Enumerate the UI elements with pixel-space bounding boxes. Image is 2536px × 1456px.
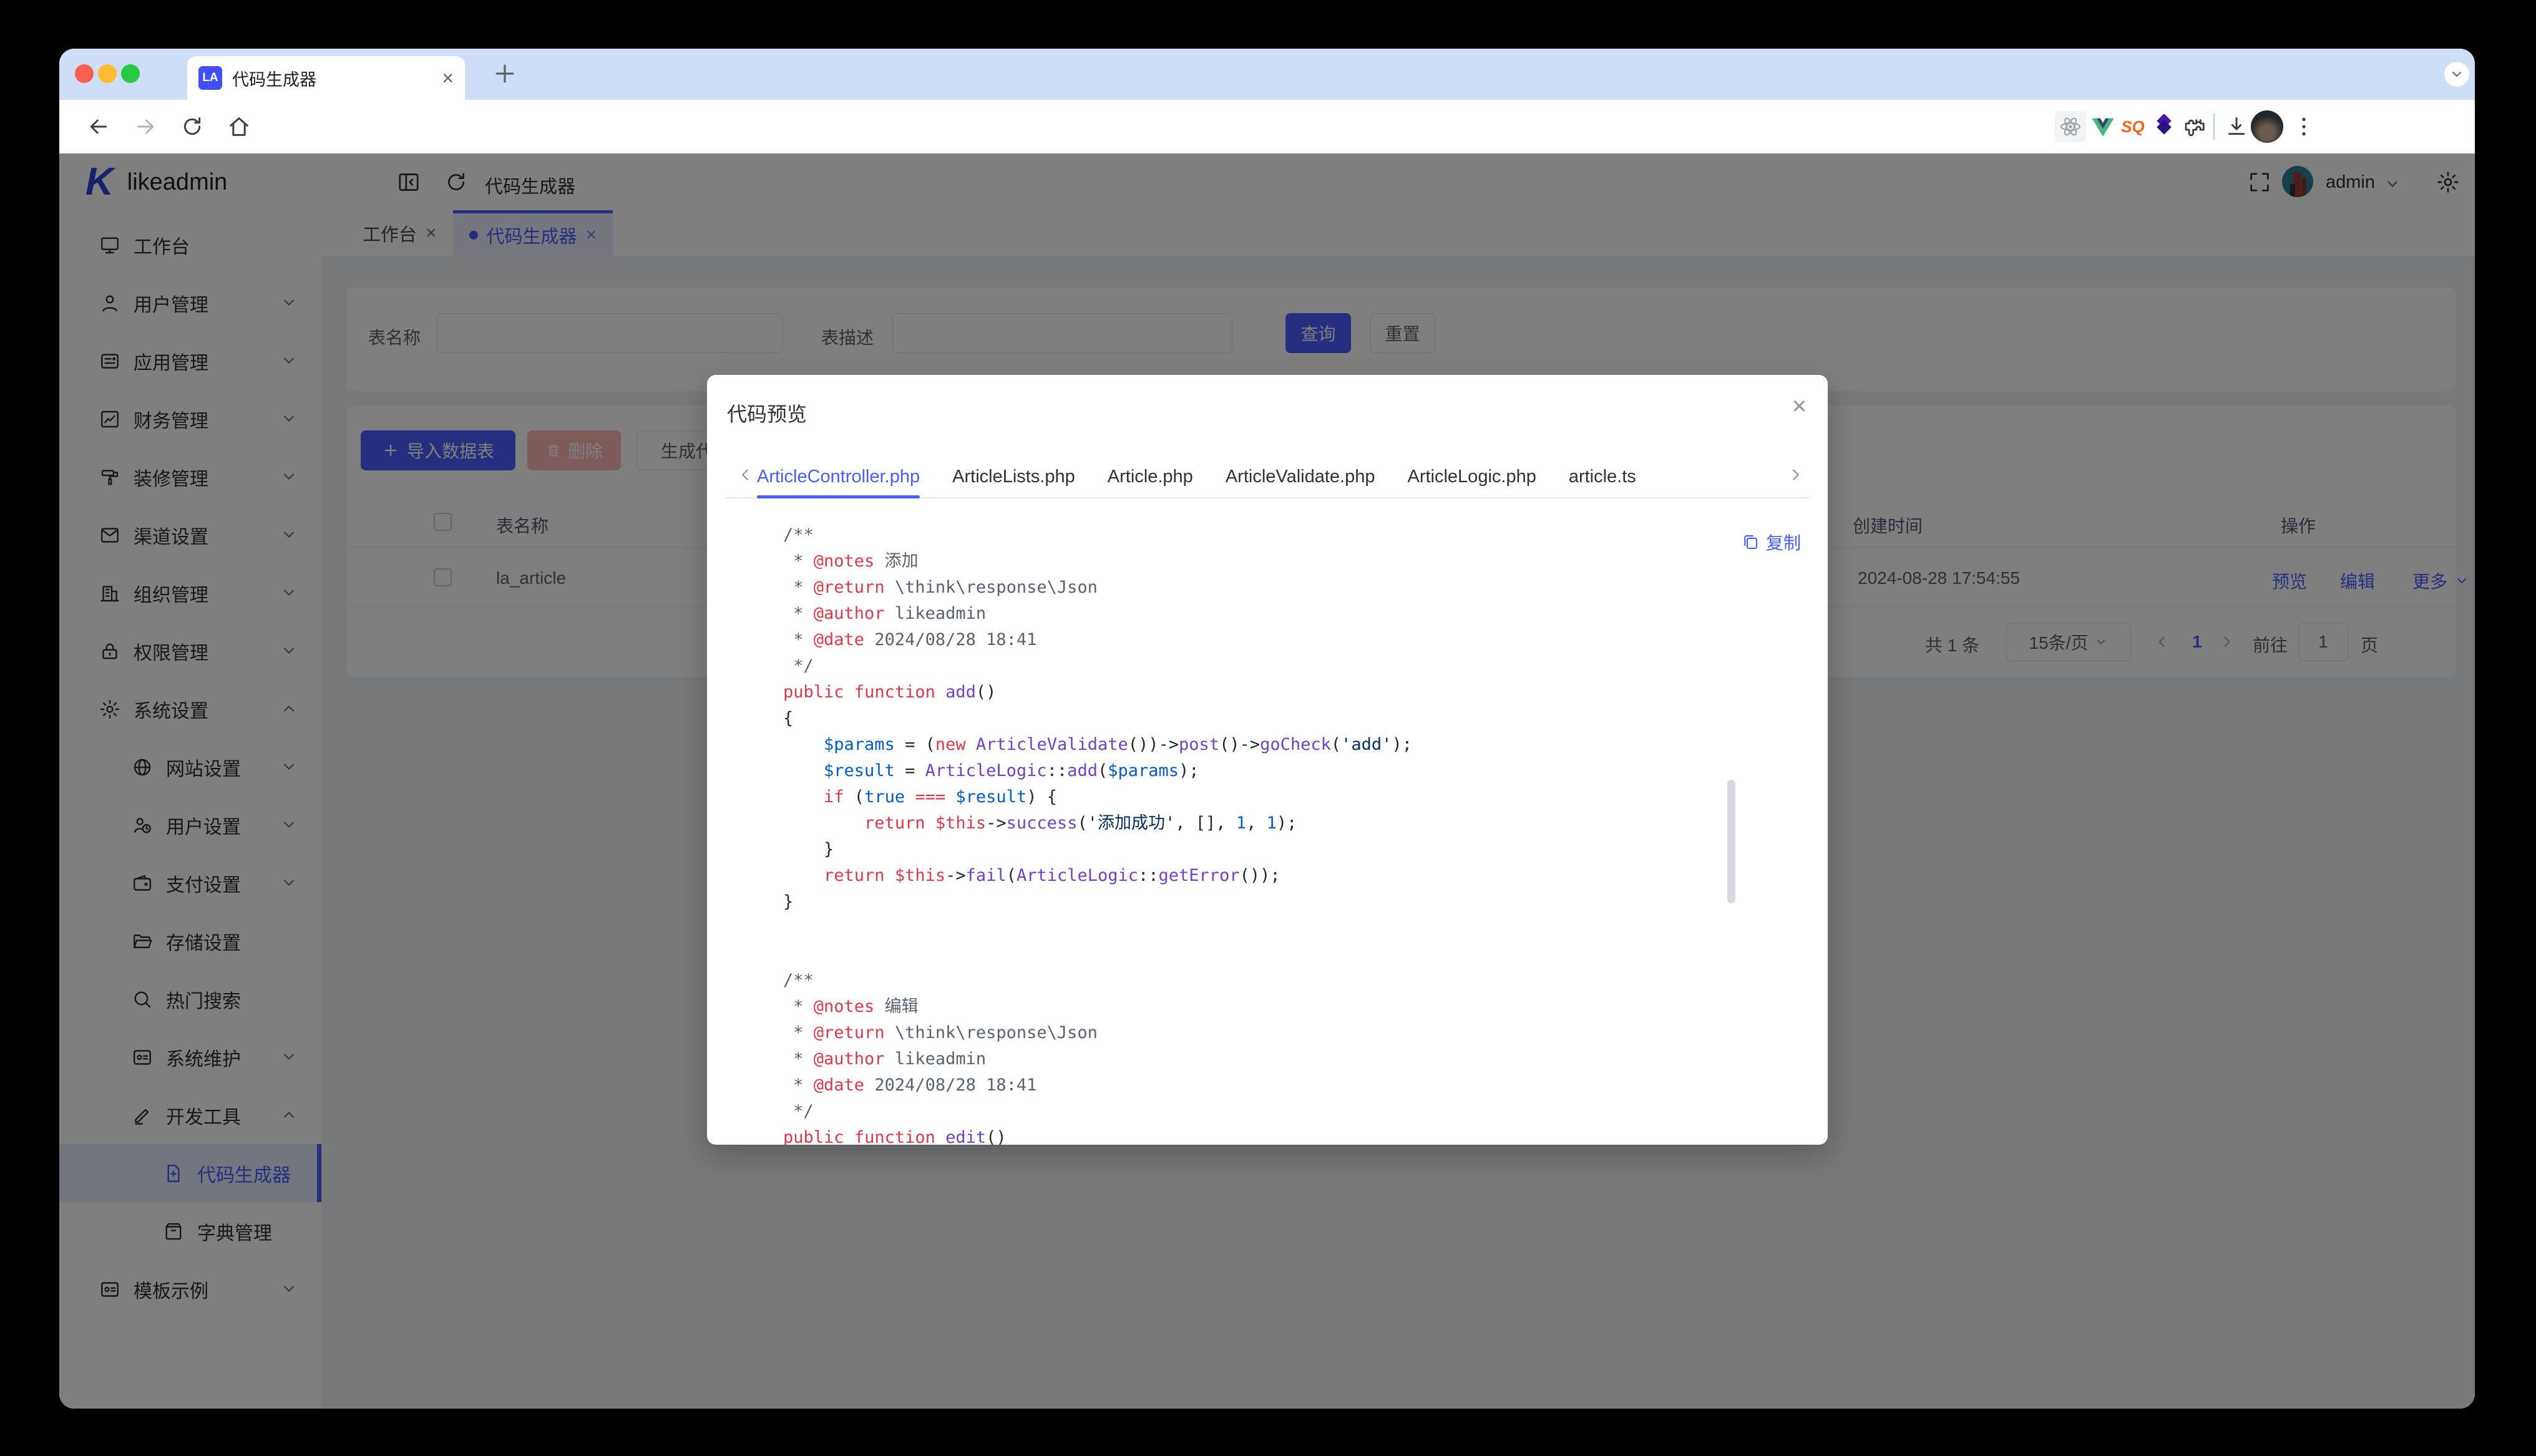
- code-scrollbar[interactable]: [1727, 780, 1735, 903]
- file-tab-articlelogic-php[interactable]: ArticleLogic.php: [1407, 456, 1536, 497]
- code-line: * @notes 编辑: [783, 994, 1719, 1020]
- code-line: * @return \think\response\Json: [783, 575, 1719, 601]
- tabs-scroll-left-icon[interactable]: [736, 465, 754, 487]
- active-tab-indicator: [757, 495, 920, 498]
- code-preview-modal: 代码预览 × ArticleController.php ArticleLists…: [707, 375, 1828, 1145]
- code-line: * @date 2024/08/28 18:41: [783, 627, 1719, 653]
- tabs-scroll-right-icon[interactable]: [1787, 465, 1805, 487]
- reload-icon[interactable]: [175, 109, 210, 144]
- code-line: /**: [783, 522, 1719, 548]
- window-maximize-button[interactable]: [121, 64, 140, 83]
- favicon: LA: [198, 66, 222, 90]
- file-tab-article-php[interactable]: Article.php: [1108, 456, 1193, 497]
- kebab-menu-icon[interactable]: [2288, 111, 2319, 142]
- modal-close-icon[interactable]: ×: [1792, 394, 1807, 419]
- code-line: }: [783, 889, 1719, 915]
- code-line: if (true === $result) {: [783, 784, 1719, 810]
- tab-search-button[interactable]: [2444, 62, 2469, 87]
- browser-toolbar: localhost:5173/admin/setting/dev_tools/c…: [59, 100, 2475, 153]
- sq-extension-icon[interactable]: SQ: [2117, 111, 2148, 142]
- file-tab-articlecontroller-php[interactable]: ArticleController.php: [757, 456, 920, 497]
- code-line: * @notes 添加: [783, 548, 1719, 575]
- code-line: * @return \think\response\Json: [783, 1020, 1719, 1046]
- code-line: public function edit(): [783, 1125, 1719, 1145]
- code-line: */: [783, 653, 1719, 679]
- forward-icon[interactable]: [128, 109, 163, 144]
- code-line: * @date 2024/08/28 18:41: [783, 1072, 1719, 1099]
- copy-icon: [1741, 533, 1760, 551]
- toolbar-divider: [2213, 114, 2215, 140]
- modal-title: 代码预览: [727, 399, 807, 427]
- code-line: return $this->fail(ArticleLogic::getErro…: [783, 863, 1719, 889]
- code-line: $result = ArticleLogic::add($params);: [783, 758, 1719, 784]
- code-line: * @author likeadmin: [783, 601, 1719, 627]
- code-line: [783, 941, 1719, 968]
- file-tab-articlevalidate-php[interactable]: ArticleValidate.php: [1226, 456, 1375, 497]
- puzzle-icon[interactable]: [2180, 111, 2211, 142]
- browser-tab[interactable]: LA 代码生成器 ×: [187, 56, 465, 100]
- window-close-button[interactable]: [75, 64, 94, 83]
- code-line: * @author likeadmin: [783, 1046, 1719, 1072]
- code-line: */: [783, 1099, 1719, 1125]
- file-tab-article-ts[interactable]: article.ts: [1569, 456, 1636, 497]
- browser-window: LA 代码生成器 ×: [59, 49, 2475, 1409]
- code-line: /**: [783, 968, 1719, 994]
- file-tab-bar: ArticleController.php ArticleLists.php Art…: [757, 456, 1780, 497]
- admin-app: K likeadmin 工作台用户管理应用管理财务管理装修管理渠道设置组织管理权…: [59, 153, 2475, 1409]
- code-line: [783, 915, 1719, 941]
- profile-avatar[interactable]: [2251, 110, 2283, 143]
- code-viewer[interactable]: /** * @notes 添加 * @return \think\respons…: [783, 522, 1719, 1145]
- home-icon[interactable]: [222, 109, 256, 144]
- tab-close-icon[interactable]: ×: [442, 67, 454, 90]
- code-line: {: [783, 706, 1719, 732]
- download-icon[interactable]: [2221, 111, 2252, 142]
- new-tab-button[interactable]: [491, 60, 519, 90]
- back-icon[interactable]: [81, 109, 116, 144]
- code-line: public function add(): [783, 679, 1719, 706]
- diamond-extension-icon[interactable]: [2148, 111, 2180, 142]
- browser-tab-strip: LA 代码生成器 ×: [59, 49, 2475, 100]
- window-minimize-button[interactable]: [98, 64, 117, 83]
- react-devtools-icon[interactable]: [2055, 111, 2086, 142]
- desktop: LA 代码生成器 ×: [0, 0, 2536, 1456]
- vue-devtools-icon[interactable]: [2087, 111, 2119, 142]
- code-line: return $this->success('添加成功', [], 1, 1);: [783, 810, 1719, 837]
- code-line: $params = (new ArticleValidate())->post(…: [783, 732, 1719, 758]
- code-line: }: [783, 837, 1719, 863]
- file-tab-articlelists-php[interactable]: ArticleLists.php: [952, 456, 1075, 497]
- copy-button[interactable]: 复制: [1741, 530, 1801, 555]
- browser-tab-title: 代码生成器: [232, 66, 442, 90]
